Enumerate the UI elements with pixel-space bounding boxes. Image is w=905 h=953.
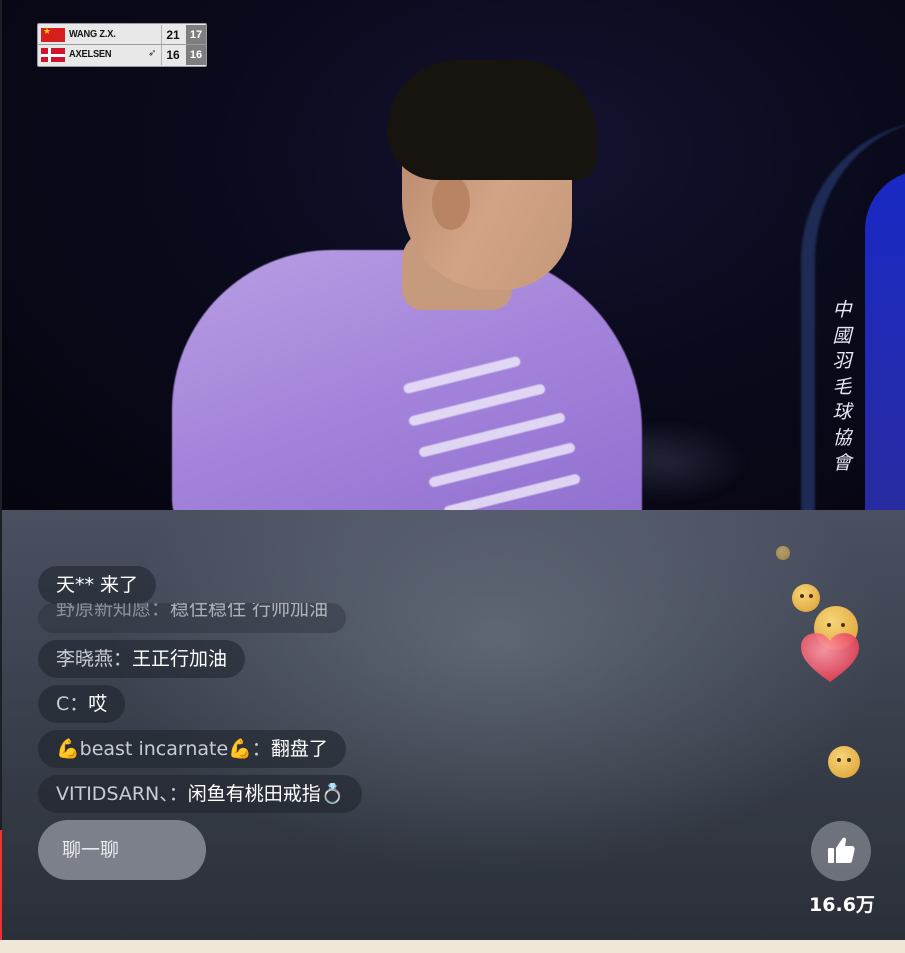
chat-text: 翻盘了: [270, 738, 328, 760]
player-name: AXELSEN: [69, 48, 112, 60]
chat-message: 野原新知愿：稳住稳住 行帅加油: [38, 603, 347, 633]
page-bottom-strip: [0, 940, 905, 953]
association-watermark: 中 國 羽 毛 球 協 會: [832, 299, 852, 474]
thumbs-up-icon: [828, 837, 855, 863]
chat-text: 闲鱼有桃田戒指💍: [187, 783, 345, 805]
heart-reaction-icon: [801, 633, 859, 682]
point-score: 16: [186, 45, 206, 65]
chat-message: 李晓燕：王正行加油: [38, 640, 246, 678]
chat-message: 💪beast incarnate💪：翻盘了: [38, 730, 346, 768]
player-hair: [387, 60, 597, 180]
scoreboard: WANG Z.X. 21 17 AXELSEN ➶ 16 16: [37, 23, 207, 67]
game-score: 16: [161, 45, 184, 65]
scoreboard-row-player-1: WANG Z.X. 21 17: [38, 25, 206, 45]
denmark-flag-icon: [41, 48, 65, 62]
game-score: 21: [161, 25, 184, 45]
chat-text: 哎: [88, 693, 108, 715]
reaction-emoji-icon: [828, 746, 860, 778]
chat-text: 王正行加油: [132, 648, 228, 670]
player-ear: [432, 175, 470, 230]
stage-screen: [865, 170, 905, 510]
reaction-emoji-icon: [776, 546, 790, 560]
chat-username: 野原新知愿：: [56, 603, 171, 620]
point-score: 17: [186, 25, 206, 45]
chat-input[interactable]: 聊一聊: [38, 820, 206, 880]
chat-entry-notice: 天** 来了: [38, 566, 157, 604]
like-count: 16.6万: [809, 894, 875, 916]
video-player[interactable]: 中 國 羽 毛 球 協 會: [2, 0, 905, 510]
reaction-emoji-icon: [792, 584, 820, 612]
like-button[interactable]: [811, 821, 871, 881]
entry-notice-text: 天** 来了: [56, 574, 139, 596]
chat-text: 稳住稳住 行帅加油: [170, 603, 329, 620]
live-chat-panel: 天** 来了 野原新知愿：稳住稳住 行帅加油 李晓燕：王正行加油 C：哎 💪be…: [2, 510, 905, 940]
chat-username: C：: [56, 693, 89, 715]
window-edge: [0, 830, 2, 940]
china-flag-icon: [41, 26, 65, 42]
chat-message: VITIDSARN、：闲鱼有桃田戒指💍: [38, 775, 363, 813]
chat-message: C：哎: [38, 685, 126, 723]
chat-username: 李晓燕：: [56, 648, 133, 670]
shuttlecock-serve-icon: ➶: [148, 48, 157, 59]
scoreboard-row-player-2: AXELSEN ➶ 16 16: [38, 45, 206, 65]
chat-username: VITIDSARN、：: [56, 783, 188, 805]
player-name: WANG Z.X.: [69, 28, 116, 40]
chat-username: 💪beast incarnate💪：: [56, 738, 271, 760]
